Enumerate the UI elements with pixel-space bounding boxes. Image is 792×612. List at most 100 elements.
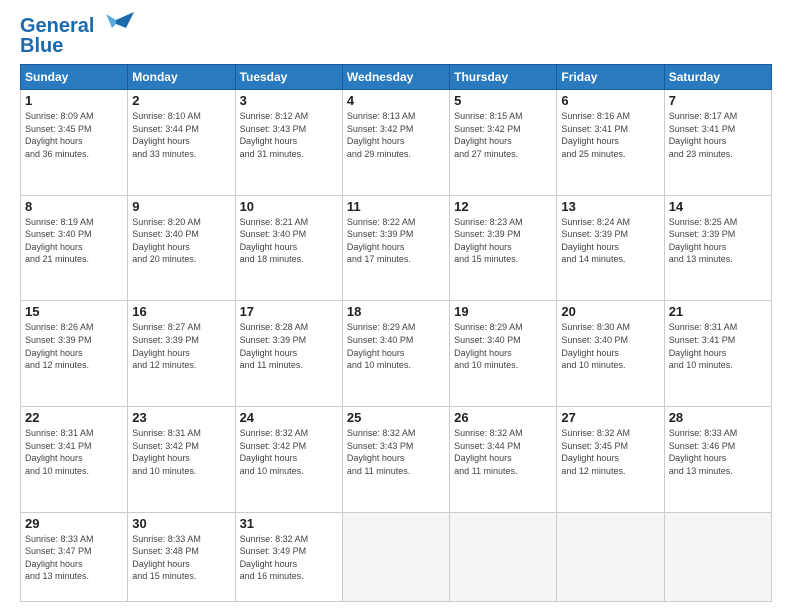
- day-number: 18: [347, 304, 445, 319]
- calendar-cell: [450, 512, 557, 601]
- logo-bird-icon: [98, 12, 134, 44]
- day-number: 26: [454, 410, 552, 425]
- calendar-cell: 26 Sunrise: 8:32 AM Sunset: 3:44 PM Dayl…: [450, 407, 557, 513]
- logo-text: GeneralBlue: [20, 16, 94, 56]
- day-info: Sunrise: 8:33 AM Sunset: 3:48 PM Dayligh…: [132, 533, 230, 583]
- day-info: Sunrise: 8:32 AM Sunset: 3:44 PM Dayligh…: [454, 427, 552, 477]
- calendar-cell: 3 Sunrise: 8:12 AM Sunset: 3:43 PM Dayli…: [235, 90, 342, 196]
- day-info: Sunrise: 8:25 AM Sunset: 3:39 PM Dayligh…: [669, 216, 767, 266]
- day-number: 1: [25, 93, 123, 108]
- day-info: Sunrise: 8:32 AM Sunset: 3:45 PM Dayligh…: [561, 427, 659, 477]
- col-tuesday: Tuesday: [235, 65, 342, 90]
- day-number: 8: [25, 199, 123, 214]
- calendar-cell: 30 Sunrise: 8:33 AM Sunset: 3:48 PM Dayl…: [128, 512, 235, 601]
- day-number: 15: [25, 304, 123, 319]
- calendar-week-1: 1 Sunrise: 8:09 AM Sunset: 3:45 PM Dayli…: [21, 90, 772, 196]
- calendar-cell: 17 Sunrise: 8:28 AM Sunset: 3:39 PM Dayl…: [235, 301, 342, 407]
- calendar-cell: 27 Sunrise: 8:32 AM Sunset: 3:45 PM Dayl…: [557, 407, 664, 513]
- day-info: Sunrise: 8:33 AM Sunset: 3:47 PM Dayligh…: [25, 533, 123, 583]
- calendar-week-4: 22 Sunrise: 8:31 AM Sunset: 3:41 PM Dayl…: [21, 407, 772, 513]
- day-number: 5: [454, 93, 552, 108]
- day-number: 12: [454, 199, 552, 214]
- day-info: Sunrise: 8:31 AM Sunset: 3:42 PM Dayligh…: [132, 427, 230, 477]
- calendar-cell: 12 Sunrise: 8:23 AM Sunset: 3:39 PM Dayl…: [450, 195, 557, 301]
- logo-part1: General: [20, 15, 94, 37]
- calendar-cell: 21 Sunrise: 8:31 AM Sunset: 3:41 PM Dayl…: [664, 301, 771, 407]
- day-info: Sunrise: 8:16 AM Sunset: 3:41 PM Dayligh…: [561, 110, 659, 160]
- day-info: Sunrise: 8:20 AM Sunset: 3:40 PM Dayligh…: [132, 216, 230, 266]
- col-saturday: Saturday: [664, 65, 771, 90]
- col-thursday: Thursday: [450, 65, 557, 90]
- day-number: 24: [240, 410, 338, 425]
- calendar-cell: 13 Sunrise: 8:24 AM Sunset: 3:39 PM Dayl…: [557, 195, 664, 301]
- day-info: Sunrise: 8:26 AM Sunset: 3:39 PM Dayligh…: [25, 321, 123, 371]
- calendar-cell: 6 Sunrise: 8:16 AM Sunset: 3:41 PM Dayli…: [557, 90, 664, 196]
- calendar-cell: [664, 512, 771, 601]
- day-number: 21: [669, 304, 767, 319]
- day-info: Sunrise: 8:17 AM Sunset: 3:41 PM Dayligh…: [669, 110, 767, 160]
- calendar-cell: 25 Sunrise: 8:32 AM Sunset: 3:43 PM Dayl…: [342, 407, 449, 513]
- calendar-cell: [557, 512, 664, 601]
- calendar-cell: 18 Sunrise: 8:29 AM Sunset: 3:40 PM Dayl…: [342, 301, 449, 407]
- calendar-cell: 19 Sunrise: 8:29 AM Sunset: 3:40 PM Dayl…: [450, 301, 557, 407]
- col-monday: Monday: [128, 65, 235, 90]
- calendar-cell: 14 Sunrise: 8:25 AM Sunset: 3:39 PM Dayl…: [664, 195, 771, 301]
- day-info: Sunrise: 8:32 AM Sunset: 3:49 PM Dayligh…: [240, 533, 338, 583]
- day-info: Sunrise: 8:33 AM Sunset: 3:46 PM Dayligh…: [669, 427, 767, 477]
- day-info: Sunrise: 8:30 AM Sunset: 3:40 PM Dayligh…: [561, 321, 659, 371]
- day-info: Sunrise: 8:32 AM Sunset: 3:42 PM Dayligh…: [240, 427, 338, 477]
- calendar-cell: 8 Sunrise: 8:19 AM Sunset: 3:40 PM Dayli…: [21, 195, 128, 301]
- day-info: Sunrise: 8:31 AM Sunset: 3:41 PM Dayligh…: [669, 321, 767, 371]
- day-number: 20: [561, 304, 659, 319]
- day-info: Sunrise: 8:09 AM Sunset: 3:45 PM Dayligh…: [25, 110, 123, 160]
- day-info: Sunrise: 8:15 AM Sunset: 3:42 PM Dayligh…: [454, 110, 552, 160]
- day-number: 31: [240, 516, 338, 531]
- day-info: Sunrise: 8:13 AM Sunset: 3:42 PM Dayligh…: [347, 110, 445, 160]
- day-info: Sunrise: 8:32 AM Sunset: 3:43 PM Dayligh…: [347, 427, 445, 477]
- day-number: 13: [561, 199, 659, 214]
- calendar-cell: 24 Sunrise: 8:32 AM Sunset: 3:42 PM Dayl…: [235, 407, 342, 513]
- calendar-table: Sunday Monday Tuesday Wednesday Thursday…: [20, 64, 772, 602]
- header-row: Sunday Monday Tuesday Wednesday Thursday…: [21, 65, 772, 90]
- calendar-cell: 15 Sunrise: 8:26 AM Sunset: 3:39 PM Dayl…: [21, 301, 128, 407]
- calendar-week-5: 29 Sunrise: 8:33 AM Sunset: 3:47 PM Dayl…: [21, 512, 772, 601]
- day-number: 4: [347, 93, 445, 108]
- col-sunday: Sunday: [21, 65, 128, 90]
- page: GeneralBlue Sunday Monday Tuesday Wednes…: [0, 0, 792, 612]
- day-info: Sunrise: 8:31 AM Sunset: 3:41 PM Dayligh…: [25, 427, 123, 477]
- calendar-cell: 4 Sunrise: 8:13 AM Sunset: 3:42 PM Dayli…: [342, 90, 449, 196]
- day-number: 9: [132, 199, 230, 214]
- calendar-cell: 20 Sunrise: 8:30 AM Sunset: 3:40 PM Dayl…: [557, 301, 664, 407]
- day-info: Sunrise: 8:10 AM Sunset: 3:44 PM Dayligh…: [132, 110, 230, 160]
- day-number: 25: [347, 410, 445, 425]
- calendar-cell: 22 Sunrise: 8:31 AM Sunset: 3:41 PM Dayl…: [21, 407, 128, 513]
- calendar-cell: 11 Sunrise: 8:22 AM Sunset: 3:39 PM Dayl…: [342, 195, 449, 301]
- col-friday: Friday: [557, 65, 664, 90]
- logo: GeneralBlue: [20, 16, 134, 56]
- day-number: 2: [132, 93, 230, 108]
- calendar-cell: 31 Sunrise: 8:32 AM Sunset: 3:49 PM Dayl…: [235, 512, 342, 601]
- day-number: 27: [561, 410, 659, 425]
- day-info: Sunrise: 8:29 AM Sunset: 3:40 PM Dayligh…: [454, 321, 552, 371]
- day-number: 10: [240, 199, 338, 214]
- day-number: 22: [25, 410, 123, 425]
- calendar-cell: 28 Sunrise: 8:33 AM Sunset: 3:46 PM Dayl…: [664, 407, 771, 513]
- header: GeneralBlue: [20, 16, 772, 56]
- day-number: 23: [132, 410, 230, 425]
- day-info: Sunrise: 8:12 AM Sunset: 3:43 PM Dayligh…: [240, 110, 338, 160]
- calendar-cell: 10 Sunrise: 8:21 AM Sunset: 3:40 PM Dayl…: [235, 195, 342, 301]
- calendar-cell: 29 Sunrise: 8:33 AM Sunset: 3:47 PM Dayl…: [21, 512, 128, 601]
- calendar-cell: 7 Sunrise: 8:17 AM Sunset: 3:41 PM Dayli…: [664, 90, 771, 196]
- calendar-cell: [342, 512, 449, 601]
- calendar-cell: 1 Sunrise: 8:09 AM Sunset: 3:45 PM Dayli…: [21, 90, 128, 196]
- day-number: 28: [669, 410, 767, 425]
- calendar-cell: 2 Sunrise: 8:10 AM Sunset: 3:44 PM Dayli…: [128, 90, 235, 196]
- logo-part2: Blue: [20, 35, 63, 57]
- day-info: Sunrise: 8:27 AM Sunset: 3:39 PM Dayligh…: [132, 321, 230, 371]
- day-number: 6: [561, 93, 659, 108]
- calendar-cell: 9 Sunrise: 8:20 AM Sunset: 3:40 PM Dayli…: [128, 195, 235, 301]
- day-number: 30: [132, 516, 230, 531]
- calendar-cell: 16 Sunrise: 8:27 AM Sunset: 3:39 PM Dayl…: [128, 301, 235, 407]
- day-info: Sunrise: 8:21 AM Sunset: 3:40 PM Dayligh…: [240, 216, 338, 266]
- day-info: Sunrise: 8:23 AM Sunset: 3:39 PM Dayligh…: [454, 216, 552, 266]
